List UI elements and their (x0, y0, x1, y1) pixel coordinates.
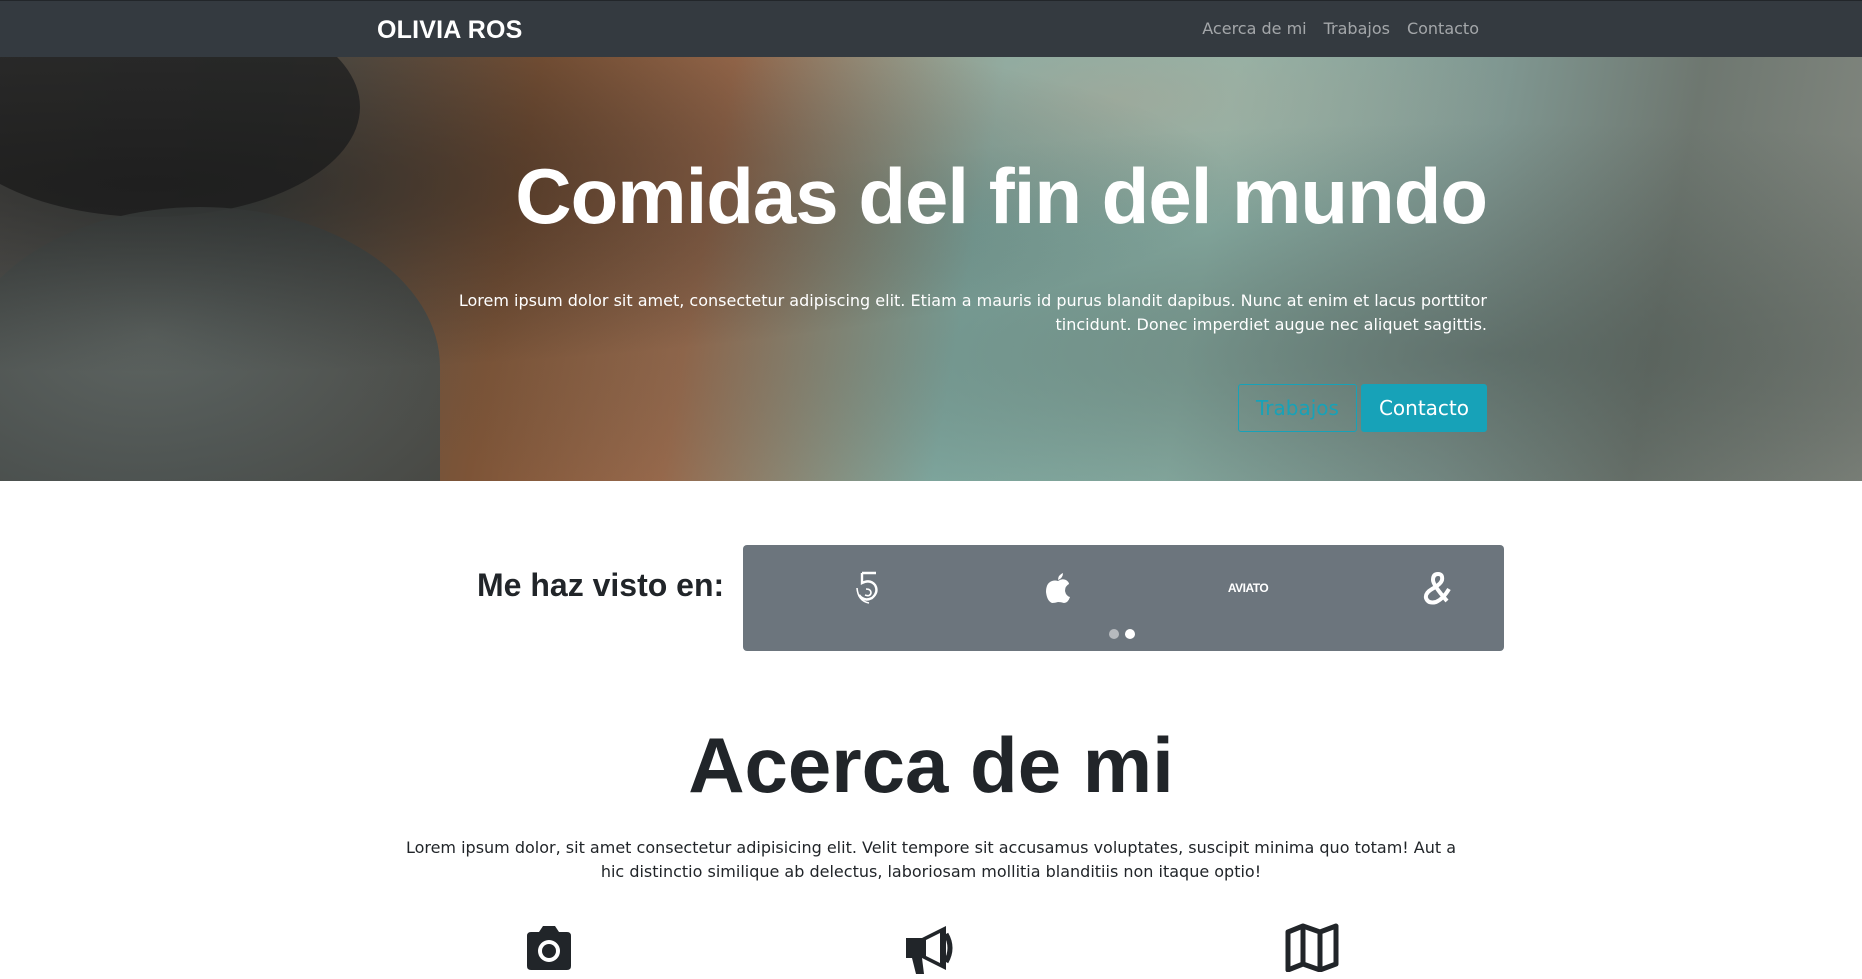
megaphone-icon (902, 922, 962, 979)
aviato-logo-text: AVIATO (1227, 581, 1269, 595)
carousel-dot-1[interactable] (1109, 629, 1119, 639)
carousel-dot-2[interactable] (1125, 629, 1135, 639)
navbar: OLIVIA ROS Acerca de mi Trabajos Contact… (0, 0, 1862, 57)
seen-on-label: Me haz visto en: (477, 567, 725, 603)
camera-icon (523, 922, 583, 979)
nav-link-trabajos[interactable]: Trabajos (1324, 19, 1390, 38)
hero-photo-overlay (0, 57, 1862, 481)
logo-carousel[interactable]: AVIATO (743, 545, 1504, 651)
five-logo-icon (838, 567, 898, 609)
hero-buttons: Trabajos Contacto (1238, 384, 1487, 432)
nav-links: Acerca de mi Trabajos Contacto (1202, 19, 1479, 38)
aviato-logo-icon: AVIATO (1218, 567, 1278, 609)
carousel-indicators (1109, 629, 1135, 639)
apple-logo-icon (1028, 567, 1088, 609)
nav-link-acerca[interactable]: Acerca de mi (1202, 19, 1306, 38)
brand-logo[interactable]: OLIVIA ROS (377, 16, 523, 45)
about-title: Acerca de mi (688, 721, 1174, 809)
contacto-button[interactable]: Contacto (1360, 384, 1487, 432)
about-text: Lorem ipsum dolor, sit amet consectetur … (405, 838, 1457, 881)
nav-link-contacto[interactable]: Contacto (1407, 19, 1479, 38)
hero-section: Comidas del fin del mundo Lorem ipsum do… (0, 57, 1862, 481)
hero-title: Comidas del fin del mundo (515, 152, 1488, 240)
map-icon (1284, 922, 1344, 979)
hero-lead: Lorem ipsum dolor sit amet, consectetur … (458, 291, 1487, 334)
ampersand-logo-icon (1408, 567, 1468, 609)
trabajos-button[interactable]: Trabajos (1238, 384, 1357, 432)
